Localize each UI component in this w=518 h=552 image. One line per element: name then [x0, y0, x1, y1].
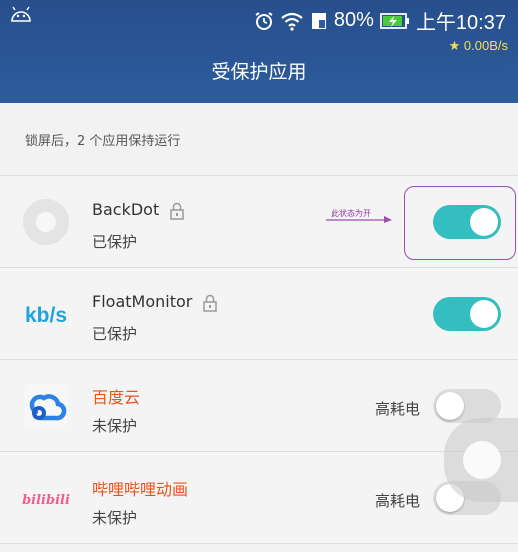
svg-text:bilibili: bilibili — [22, 493, 70, 508]
arrow-right-icon — [326, 216, 392, 223]
sim-card-icon — [311, 12, 326, 29]
lock-icon — [203, 294, 218, 312]
bilibili-app-icon: bilibili — [22, 493, 70, 508]
annotation-highlight-box — [404, 186, 516, 260]
toggle-knob — [436, 392, 464, 420]
svg-text:kb/s: kb/s — [25, 304, 67, 327]
app-name: FloatMonitor — [92, 292, 218, 312]
floatmonitor-app-icon: kb/s — [25, 304, 67, 327]
app-name: 百度云 — [92, 388, 141, 407]
high-power-label: 高耗电 — [375, 492, 421, 510]
network-speed: ★ 0.00B/s — [448, 38, 508, 53]
alarm-icon — [255, 11, 273, 30]
protect-toggle[interactable] — [433, 297, 501, 331]
info-banner: 锁屏后，2 个应用保持运行 — [0, 103, 518, 176]
baidu-cloud-app-icon — [24, 384, 68, 428]
lock-icon — [170, 202, 185, 220]
wifi-icon — [281, 12, 303, 31]
android-icon — [11, 6, 31, 22]
app-status: 未保护 — [92, 417, 138, 435]
info-text: 锁屏后，2 个应用保持运行 — [25, 134, 181, 149]
floating-assist-button[interactable] — [444, 418, 518, 502]
app-status: 已保护 — [92, 325, 138, 343]
list-item[interactable]: bilibili 哔哩哔哩动画 未保护 高耗电 — [0, 452, 518, 544]
app-status: 已保护 — [92, 233, 138, 251]
backdot-app-icon — [23, 199, 69, 245]
battery-percent: 80% — [333, 9, 374, 31]
app-header: 80% 上午10:37 ★ 0.00B/s 受保护应用 — [0, 0, 518, 103]
app-name: 哔哩哔哩动画 — [92, 480, 189, 499]
battery-charging-icon — [380, 12, 409, 29]
list-item[interactable]: 百度云 未保护 高耗电 — [0, 360, 518, 452]
list-item[interactable]: kb/s FloatMonitor 已保护 — [0, 268, 518, 360]
app-status: 未保护 — [92, 509, 138, 527]
high-power-label: 高耗电 — [375, 400, 421, 418]
page-title: 受保护应用 — [211, 61, 307, 83]
app-name: BackDot — [92, 200, 185, 220]
toggle-knob — [470, 300, 498, 328]
status-bar: 80% 上午10:37 ★ 0.00B/s — [0, 0, 518, 53]
clock: 上午10:37 — [415, 12, 506, 34]
